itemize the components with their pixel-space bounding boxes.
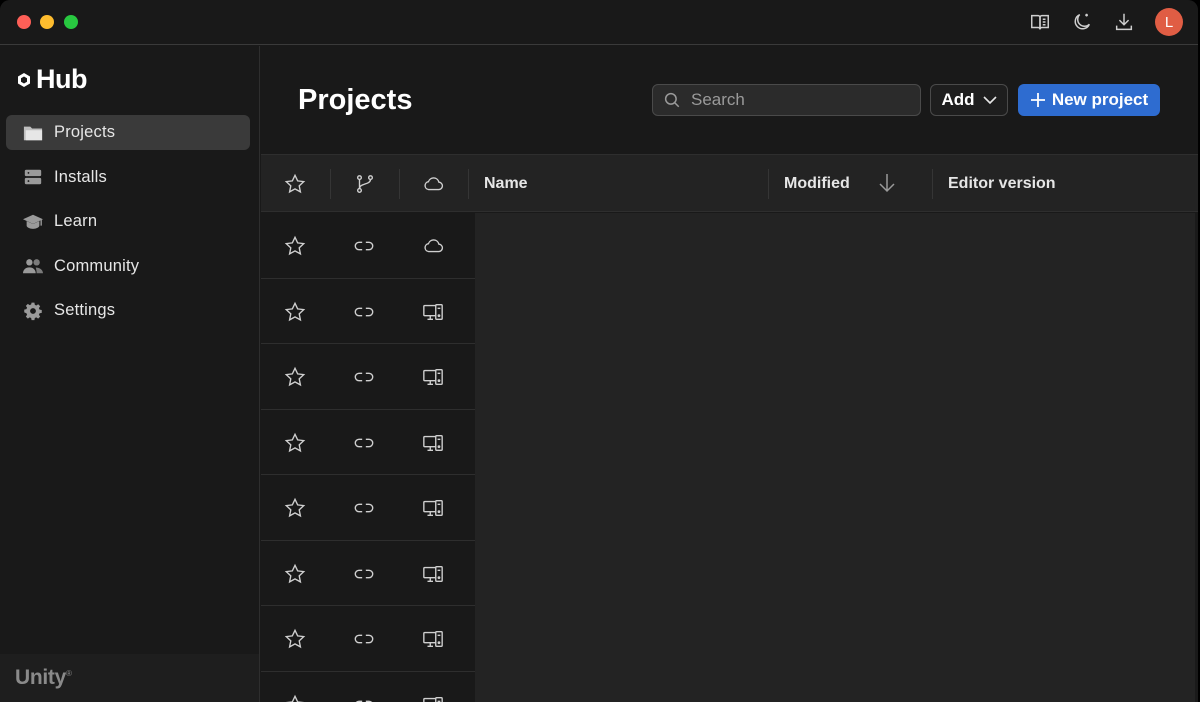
column-header-name[interactable]: Name [484,175,528,193]
column-divider[interactable] [330,169,331,199]
new-project-label: New project [1051,90,1149,109]
main-panel: Projects Add New project [261,46,1198,702]
computer-icon[interactable] [421,365,445,389]
close-window-button[interactable] [17,15,31,29]
favorite-star-icon[interactable] [283,627,307,651]
scrollbar-track[interactable] [1195,213,1198,702]
project-list [261,213,475,702]
link-icon[interactable] [352,693,376,702]
sidebar-item-community[interactable]: Community [6,249,250,284]
cloud-icon[interactable] [421,172,445,196]
sort-descending-icon[interactable] [877,172,897,194]
computer-icon[interactable] [421,562,445,586]
column-header-modified[interactable]: Modified [784,175,850,193]
server-icon [21,166,45,188]
avatar[interactable]: L [1155,8,1183,36]
unity-logo-mark: ® [66,669,72,678]
sidebar-item-installs[interactable]: Installs [6,160,250,195]
unity-logo: Unity® [15,666,72,690]
table-row[interactable] [261,213,475,279]
link-icon[interactable] [352,365,376,389]
project-list-content [475,213,1198,702]
table-row[interactable] [261,344,475,410]
favorite-star-icon[interactable] [283,365,307,389]
sidebar-nav: Projects Installs Learn Community Settin… [6,115,250,338]
favorite-star-icon[interactable] [283,431,307,455]
unity-logo-text: Unity [15,666,67,689]
search-icon [664,92,680,108]
app-window: L Hub Projects Installs Learn Community … [0,0,1198,702]
sidebar-item-settings[interactable]: Settings [6,293,250,328]
logo-text: Hub [36,64,87,94]
link-icon[interactable] [352,431,376,455]
sidebar-item-label: Settings [54,301,116,319]
star-icon[interactable] [283,172,307,196]
column-divider[interactable] [932,169,933,199]
favorite-star-icon[interactable] [283,234,307,258]
sidebar-footer: Unity® [0,654,259,702]
column-divider[interactable] [399,169,400,199]
link-icon[interactable] [352,300,376,324]
search-box[interactable] [652,84,921,116]
new-project-button[interactable]: New project [1018,84,1160,116]
table-header: Name Modified Editor version [261,154,1198,212]
link-icon[interactable] [352,496,376,520]
sidebar-item-label: Community [54,256,140,275]
link-icon[interactable] [352,234,376,258]
graduation-cap-icon [21,211,45,233]
people-icon [21,255,45,277]
table-row[interactable] [261,606,475,672]
page-title: Projects [298,84,413,116]
chevron-down-icon [982,96,997,105]
sidebar-item-label: Projects [54,123,116,141]
computer-icon[interactable] [421,300,445,324]
column-divider[interactable] [768,169,769,199]
add-button[interactable]: Add [930,84,1008,116]
column-divider[interactable] [468,169,469,199]
computer-icon[interactable] [421,496,445,520]
link-icon[interactable] [352,627,376,651]
download-icon[interactable] [1111,9,1137,35]
sidebar-item-learn[interactable]: Learn [6,204,250,239]
favorite-star-icon[interactable] [283,693,307,702]
add-button-label: Add [941,90,975,109]
moon-icon[interactable] [1069,9,1095,35]
table-row[interactable] [261,410,475,475]
favorite-star-icon[interactable] [283,562,307,586]
table-row[interactable] [261,279,475,344]
folder-icon [21,122,45,144]
sidebar-item-label: Learn [54,212,98,230]
cloud-icon[interactable] [421,234,445,258]
table-row[interactable] [261,475,475,541]
branch-icon[interactable] [353,172,377,196]
table-row[interactable] [261,672,475,702]
maximize-window-button[interactable] [64,15,78,29]
gear-icon [21,300,45,322]
column-header-editor-version[interactable]: Editor version [948,175,1056,193]
search-input[interactable] [691,90,911,110]
hub-logo: Hub [16,64,87,95]
sidebar: Hub Projects Installs Learn Community Se… [0,46,260,702]
computer-icon[interactable] [421,693,445,702]
title-bar: L [0,0,1198,45]
unity-cube-icon [18,72,30,87]
link-icon[interactable] [352,562,376,586]
computer-icon[interactable] [421,431,445,455]
computer-icon[interactable] [421,627,445,651]
table-row[interactable] [261,541,475,606]
favorite-star-icon[interactable] [283,300,307,324]
sidebar-item-label: Installs [54,167,107,186]
favorite-star-icon[interactable] [283,496,307,520]
minimize-window-button[interactable] [40,15,54,29]
sidebar-item-projects[interactable]: Projects [6,115,250,150]
book-icon[interactable] [1027,9,1053,35]
plus-icon [1030,93,1045,107]
